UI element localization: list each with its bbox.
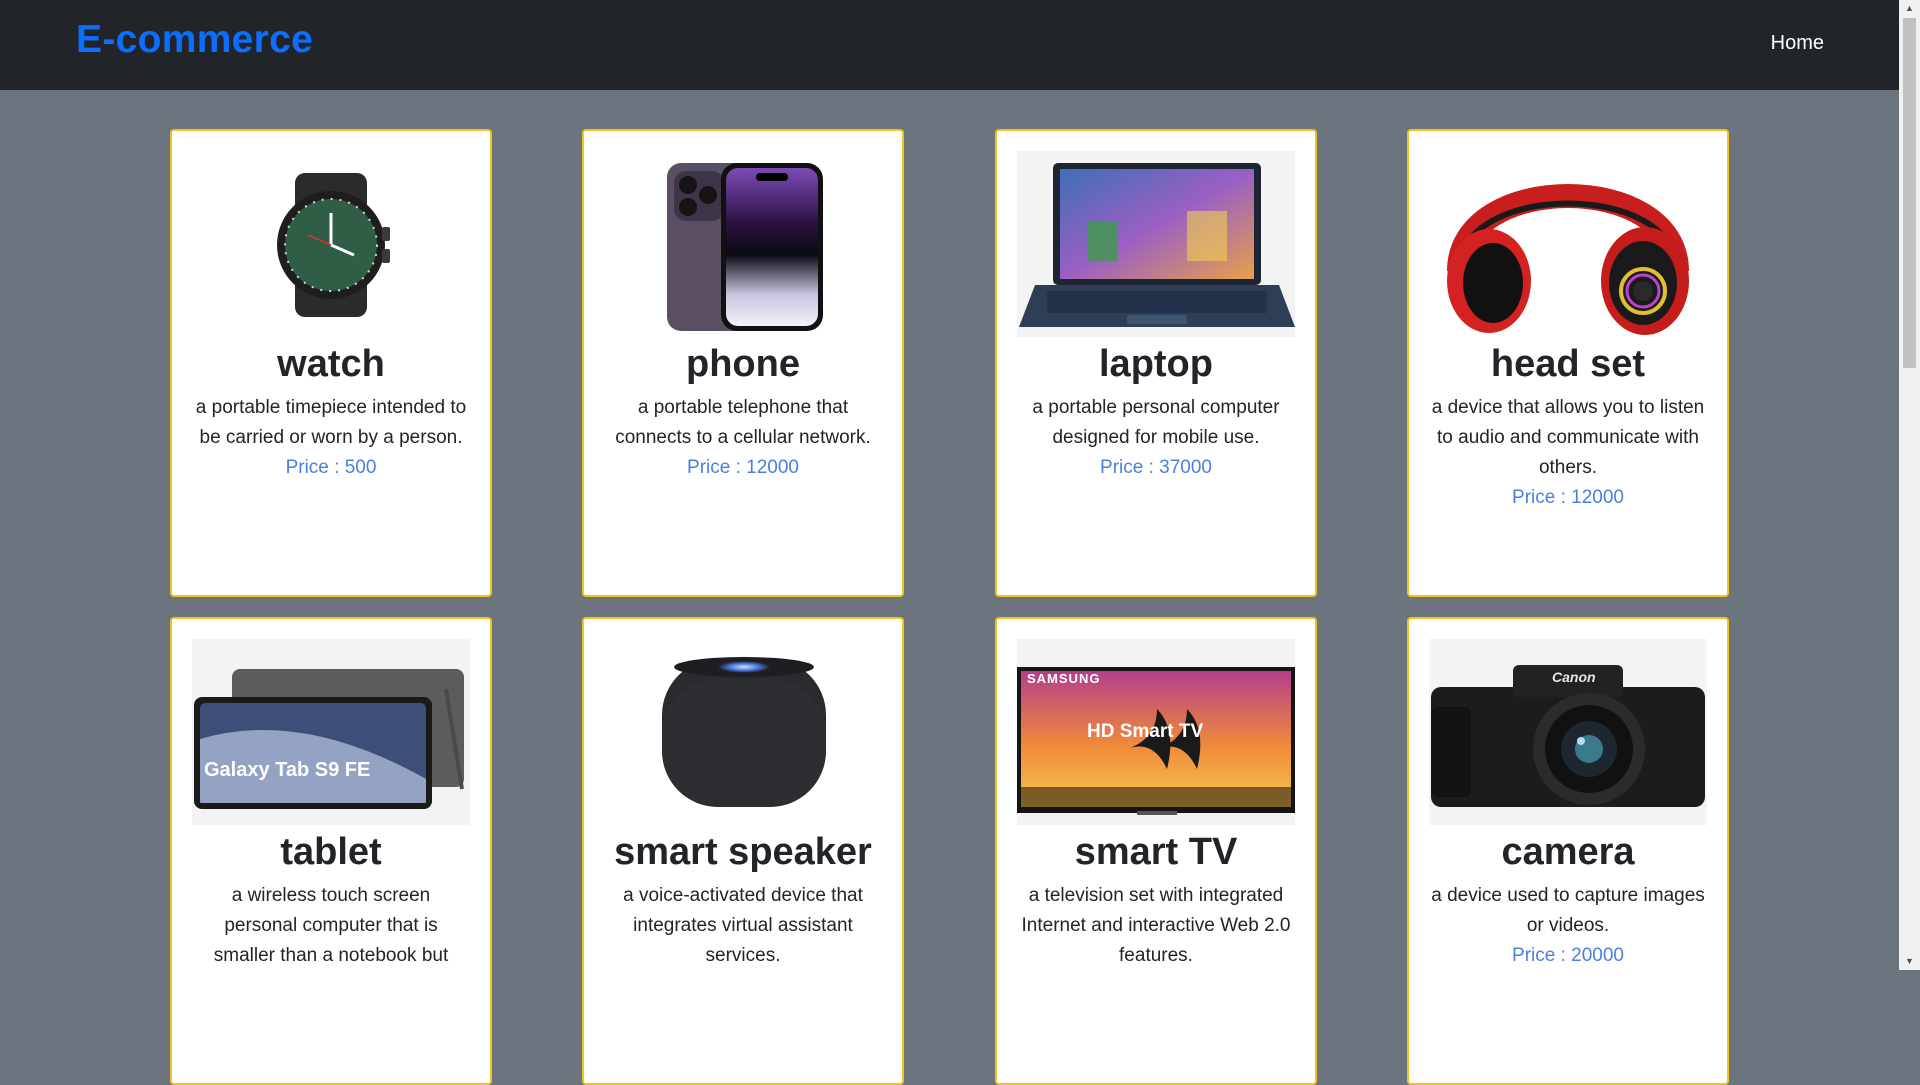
scroll-down-arrow-icon[interactable]: ▼	[1899, 953, 1920, 970]
product-title: laptop	[1099, 343, 1213, 385]
product-card[interactable]: laptop a portable personal computer desi…	[995, 129, 1317, 597]
product-title: tablet	[280, 831, 382, 873]
product-card[interactable]: phone a portable telephone that connects…	[582, 129, 904, 597]
camera-icon: Canon	[1429, 639, 1707, 825]
navbar: E-commerce Home	[0, 0, 1899, 90]
speaker-icon	[604, 639, 882, 825]
product-card[interactable]: SAMSUNG HD Smart TV smart TV a televisio…	[995, 617, 1317, 1085]
tablet-icon: Galaxy Tab S9 FE	[192, 639, 470, 825]
tv-screen-label: HD Smart TV	[1087, 721, 1204, 742]
product-title: smart TV	[1074, 831, 1238, 873]
tv-icon: SAMSUNG HD Smart TV	[1017, 639, 1295, 825]
scroll-up-arrow-icon[interactable]: ▲	[1899, 0, 1920, 17]
product-description: a device used to capture images or video…	[1431, 881, 1705, 971]
smartphone-icon	[604, 151, 882, 337]
headphones-icon	[1429, 151, 1707, 337]
product-card[interactable]: smart speaker a voice-activated device t…	[582, 617, 904, 1085]
product-price: Price : 37000	[1100, 457, 1212, 478]
tablet-image-label: Galaxy Tab S9 FE	[204, 759, 371, 781]
product-price: Price : 500	[285, 457, 377, 478]
product-description: a portable timepiece intended to be carr…	[194, 393, 468, 483]
product-description: a portable personal computer designed fo…	[1019, 393, 1293, 483]
scrollbar[interactable]: ▲ ▼	[1899, 0, 1920, 970]
scroll-thumb[interactable]	[1903, 18, 1916, 368]
smartwatch-icon	[192, 151, 470, 337]
product-description: a voice-activated device that integrates…	[623, 885, 863, 966]
product-card[interactable]: watch a portable timepiece intended to b…	[170, 129, 492, 597]
product-card[interactable]: Galaxy Tab S9 FE tablet a wireless touch…	[170, 617, 492, 1085]
product-description: a wireless touch screen personal compute…	[213, 885, 449, 966]
product-description: a portable telephone that connects to a …	[606, 393, 880, 483]
product-title: watch	[277, 343, 385, 385]
tv-brand-label: SAMSUNG	[1027, 671, 1101, 686]
laptop-icon	[1017, 151, 1295, 337]
product-price: Price : 12000	[687, 457, 799, 478]
product-card[interactable]: Canon camera a device used to capture im…	[1407, 617, 1729, 1085]
nav-home-link[interactable]: Home	[1771, 32, 1824, 55]
product-title: camera	[1501, 831, 1635, 873]
brand-link[interactable]: E-commerce	[76, 18, 313, 62]
product-title: head set	[1490, 343, 1646, 385]
camera-brand-label: Canon	[1552, 669, 1596, 685]
product-price: Price : 12000	[1512, 487, 1624, 508]
product-description: a device that allows you to listen to au…	[1431, 393, 1705, 513]
product-card[interactable]: head set a device that allows you to lis…	[1407, 129, 1729, 597]
product-title: smart speaker	[614, 831, 872, 873]
product-description: a television set with integrated Interne…	[1021, 885, 1291, 966]
product-title: phone	[686, 343, 800, 385]
product-price: Price : 20000	[1512, 945, 1624, 966]
